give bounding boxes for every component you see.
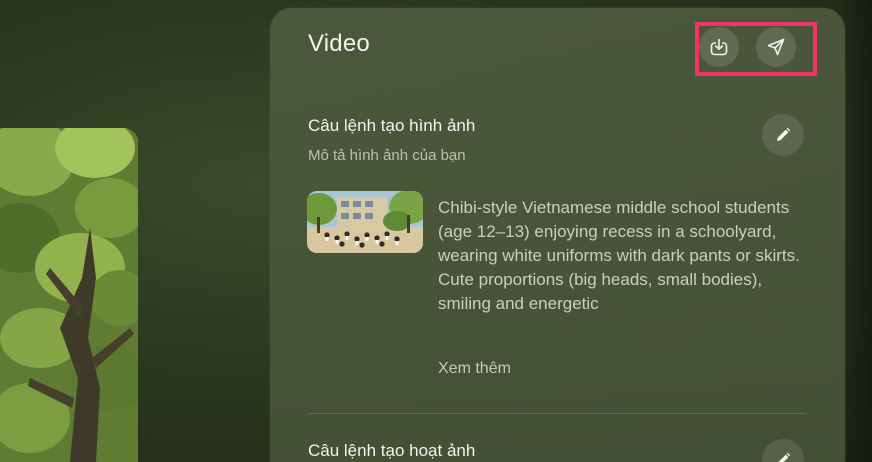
pencil-icon [778, 452, 791, 462]
share-button[interactable] [756, 27, 796, 67]
schoolyard-thumbnail-image [307, 191, 423, 253]
video-panel: Video Câu lệnh tạo hình ảnh Mô tả hình ả… [270, 8, 845, 462]
panel-title: Video [308, 30, 370, 57]
animation-prompt-title: Câu lệnh tạo hoạt ảnh [308, 441, 476, 460]
send-icon [767, 38, 785, 56]
prompt-fade-overlay [438, 326, 810, 356]
prompt-thumbnail[interactable] [307, 191, 423, 253]
edit-image-prompt-button[interactable] [762, 114, 804, 156]
download-icon [710, 38, 728, 56]
pencil-icon [777, 127, 791, 141]
tree-illustration [0, 128, 138, 462]
see-more-link[interactable]: Xem thêm [438, 360, 511, 378]
edit-animation-prompt-button[interactable] [762, 439, 804, 462]
background-artwork [0, 128, 138, 462]
section-divider [308, 413, 806, 414]
image-prompt-subtitle: Mô tả hình ảnh của bạn [308, 147, 466, 164]
image-prompt-title: Câu lệnh tạo hình ảnh [308, 116, 476, 135]
download-button[interactable] [699, 27, 739, 67]
